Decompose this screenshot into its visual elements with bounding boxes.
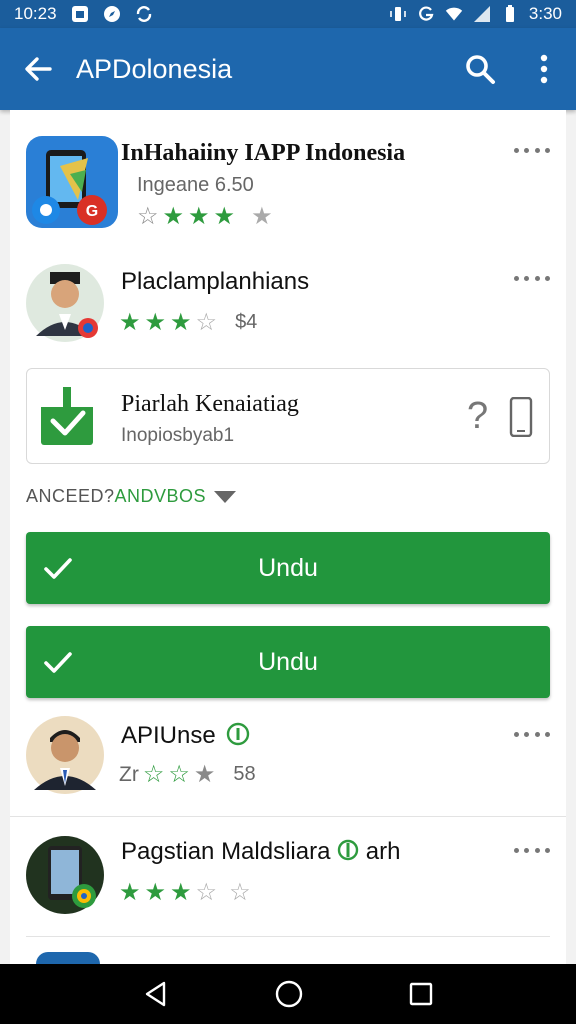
more-options-button[interactable] (514, 140, 550, 160)
item-title: APIUnse (121, 722, 250, 750)
star-icon: ☆ (195, 879, 218, 906)
avatar (26, 716, 104, 794)
star-icon: ★ (170, 309, 192, 336)
status-bar: 10:23 3:30 (0, 0, 576, 28)
divider (26, 936, 550, 937)
status-time: 10:23 (14, 4, 57, 23)
star-icon: ☆ (137, 203, 159, 230)
signal-icon (473, 5, 491, 23)
download-button[interactable]: Undu (26, 626, 550, 698)
item-subtitle: Ingeane 6.50 (137, 174, 254, 196)
list-item[interactable]: Placlamplanhians ★ ★ ★ ☆ $4 (10, 258, 566, 358)
partial-app-icon (36, 952, 100, 964)
more-options-button[interactable] (514, 840, 550, 860)
list-item[interactable]: G InHahaiiny IAPP Indonesia Ingeane 6.50… (10, 128, 566, 248)
item-title: Pagstian Maldsliara arh (121, 838, 400, 866)
list-item[interactable]: APIUnse Zr ☆ ☆ ★ 58 (10, 712, 566, 812)
check-icon (44, 558, 72, 579)
avatar (26, 836, 104, 914)
verified-icon (227, 722, 250, 746)
overflow-menu-button[interactable] (512, 28, 576, 110)
feature-card[interactable]: Piarlah Kenaiatiag Inopiosbyab1 ? (26, 368, 550, 464)
more-options-button[interactable] (514, 268, 550, 288)
list-item[interactable]: Pagstian Maldsliara arh ★ ★ ★ ☆ ☆ (10, 828, 566, 928)
notification-sync-icon (135, 5, 153, 23)
item-title-suffix: arh (365, 838, 401, 865)
card-subtitle: Inopiosbyab1 (121, 425, 235, 446)
notification-app-icon (71, 5, 89, 23)
battery-icon (501, 5, 519, 23)
avatar (26, 264, 104, 342)
notification-compass-icon (103, 5, 121, 23)
item-price: $4 (235, 311, 258, 333)
rating-stars: Zr ☆ ☆ ★ 58 (119, 760, 256, 789)
search-button[interactable] (448, 28, 512, 110)
star-icon: ★ (119, 309, 141, 336)
item-title-text: Pagstian Maldsliara (121, 838, 331, 865)
app-bar-title: APDolonesia (76, 53, 233, 84)
section-label-grey: ANCEED? (26, 486, 115, 506)
help-icon[interactable]: ? (467, 395, 488, 438)
wifi-icon (445, 5, 463, 23)
check-icon (44, 652, 72, 673)
nav-back-icon[interactable] (142, 980, 170, 1008)
more-options-button[interactable] (514, 724, 550, 744)
star-icon: ☆ (142, 761, 165, 788)
card-title: Piarlah Kenaiatiag (121, 391, 299, 417)
rating-prefix: Zr (119, 762, 139, 786)
star-icon: ★ (144, 309, 167, 336)
item-count: 58 (233, 763, 256, 785)
phone-icon[interactable] (509, 396, 533, 442)
nav-recents-icon[interactable] (408, 981, 434, 1007)
star-icon: ★ (119, 879, 141, 906)
rating-stars: ★ ★ ★ ☆ $4 (119, 308, 257, 337)
star-icon: ☆ (229, 879, 251, 906)
rating-stars: ☆ ★ ★ ★ ★ (137, 202, 273, 231)
download-button[interactable]: Undu (26, 532, 550, 604)
download-button-label: Undu (258, 647, 318, 676)
download-button-label: Undu (258, 553, 318, 582)
star-icon: ★ (162, 203, 185, 230)
item-title: Placlamplanhians (121, 268, 310, 295)
star-icon: ★ (251, 203, 273, 230)
star-icon: ★ (188, 203, 210, 230)
star-icon: ☆ (168, 761, 190, 788)
back-button[interactable] (0, 28, 76, 110)
app-icon-indonesia: G (26, 136, 118, 228)
download-check-icon (41, 387, 93, 445)
star-icon: ★ (144, 879, 167, 906)
status-clock-right: 3:30 (528, 4, 562, 23)
system-navigation-bar (0, 964, 576, 1024)
nav-home-icon[interactable] (274, 979, 304, 1009)
arrow-back-icon (25, 57, 52, 81)
g-icon (417, 5, 435, 23)
arrow-drop-down-icon (214, 490, 237, 503)
star-icon: ★ (213, 203, 236, 230)
vibrate-icon (389, 5, 407, 23)
divider (10, 816, 566, 817)
item-title: InHahaiiny IAPP Indonesia (121, 140, 406, 166)
rating-stars: ★ ★ ★ ☆ ☆ (119, 878, 251, 907)
star-icon: ★ (193, 761, 216, 788)
section-filter-label[interactable]: ANCEED? ANDVBOS (26, 486, 238, 507)
svg-text:G: G (86, 203, 98, 220)
star-icon: ☆ (195, 309, 218, 336)
star-icon: ★ (170, 879, 192, 906)
app-bar: APDolonesia (0, 28, 576, 110)
section-label-green: ANDVBOS (114, 486, 207, 506)
search-icon (466, 55, 495, 84)
item-title-text: APIUnse (121, 722, 216, 749)
verified-icon (337, 839, 359, 861)
more-vert-icon (540, 54, 548, 84)
